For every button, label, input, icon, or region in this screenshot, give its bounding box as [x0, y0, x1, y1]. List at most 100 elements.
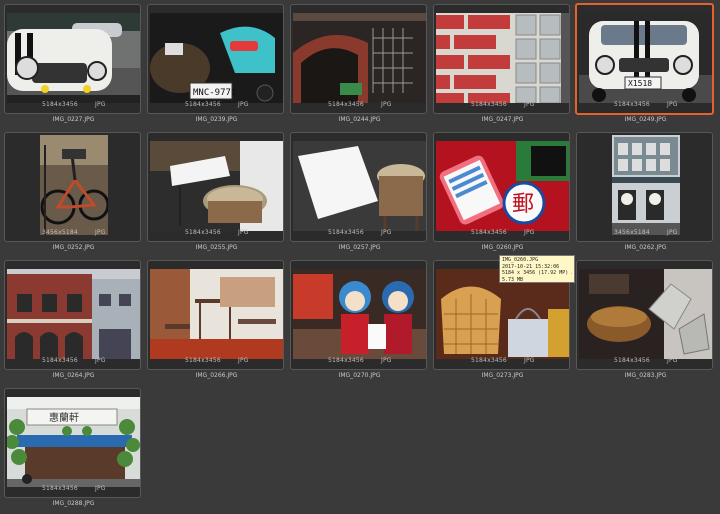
thumbnail-meta: 5184x3456 JPG — [5, 357, 140, 367]
filename-label: IMG_0239.JPG — [195, 116, 238, 123]
thumbnail-item[interactable]: 5184x3456 JPG IMG_0247.JPG — [431, 2, 574, 130]
filename-label: IMG_0264.JPG — [52, 372, 95, 379]
thumbnail-item-selected[interactable]: X1518 5184x3456 JPG IMG_0249.JPG — [574, 2, 717, 130]
thumbnail-card[interactable]: 5184x3456 JPG — [290, 260, 427, 370]
thumbnail-card[interactable]: 郵 5184x3456 JPG — [433, 132, 570, 242]
thumbnail-image[interactable] — [579, 269, 712, 359]
thumbnail-card[interactable]: 3456x5184 JPG — [4, 132, 141, 242]
file-type: JPG — [95, 357, 106, 364]
photo-cafe-interior — [150, 269, 283, 359]
thumbnail-card[interactable]: 5184x3456 JPG — [433, 4, 570, 114]
thumbnail-image[interactable] — [7, 13, 140, 103]
thumbnail-meta: 5184x3456 JPG — [148, 101, 283, 111]
file-info-tooltip: IMG_0260.JPG 2017-10-21 15:32:06 5184 x … — [499, 255, 575, 283]
file-type: JPG — [95, 101, 106, 108]
license-plate: X1518 — [628, 79, 652, 88]
thumbnail-item[interactable]: 郵 5184x3456 JPG IMG_0260.JPG — [431, 130, 574, 258]
shop-sign: 惠蘭軒 — [49, 411, 79, 424]
thumbnail-image[interactable] — [293, 269, 426, 359]
thumbnail-item[interactable]: 5184x3456 JPG IMG_0266.JPG — [145, 258, 288, 386]
file-type: JPG — [524, 229, 535, 236]
thumbnail-image[interactable] — [150, 141, 283, 231]
thumbnail-card[interactable]: 5184x3456 JPG — [4, 260, 141, 370]
thumbnail-item[interactable]: 3456x5184 JPG IMG_0252.JPG — [2, 130, 145, 258]
photo-wooden-bowls — [579, 269, 712, 359]
thumbnail-image[interactable]: 惠蘭軒 — [7, 397, 140, 487]
filename-label: IMG_0255.JPG — [195, 244, 238, 251]
thumbnail-image[interactable]: X1518 — [579, 13, 712, 103]
thumbnail-meta: 5184x3456 JPG — [577, 357, 712, 367]
photo-bicycle — [40, 135, 108, 235]
thumbnail-image[interactable]: MNC-9771 — [150, 13, 283, 103]
thumbnail-image[interactable] — [40, 135, 108, 235]
file-type: JPG — [667, 357, 678, 364]
thumbnail-image[interactable] — [293, 13, 426, 103]
thumbnail-item[interactable]: 3456x5184 JPG IMG_0262.JPG — [574, 130, 717, 258]
filename-label: IMG_0227.JPG — [52, 116, 95, 123]
thumbnail-item[interactable]: 5184x3456 JPG IMG_0255.JPG — [145, 130, 288, 258]
photo-chair-seat — [293, 141, 426, 231]
file-type: JPG — [238, 101, 249, 108]
image-dimensions: 5184x3456 — [42, 101, 78, 108]
photo-traditional-shopfront: 惠蘭軒 — [7, 397, 140, 487]
thumbnail-card[interactable]: 5184x3456 JPG — [290, 4, 427, 114]
thumbnail-item[interactable]: 5184x3456 JPG IMG_0270.JPG — [288, 258, 431, 386]
file-type: JPG — [381, 229, 392, 236]
filename-label: IMG_0270.JPG — [338, 372, 381, 379]
image-dimensions: 5184x3456 — [328, 229, 364, 236]
thumbnail-card[interactable]: 5184x3456 JPG — [290, 132, 427, 242]
filename-label: IMG_0257.JPG — [338, 244, 381, 251]
thumbnail-card[interactable]: 5184x3456 JPG — [147, 260, 284, 370]
file-type: JPG — [381, 101, 392, 108]
thumbnail-item[interactable]: 惠蘭軒 5184x3456 JPG IMG_0288.JPG — [2, 386, 145, 514]
thumbnail-meta: 5184x3456 JPG — [434, 101, 569, 111]
thumbnail-item[interactable]: 5184x3456 JPG IMG_0257.JPG — [288, 130, 431, 258]
thumbnail-image[interactable] — [7, 269, 140, 359]
thumbnail-image[interactable] — [150, 269, 283, 359]
image-dimensions: 5184x3456 — [471, 357, 507, 364]
tooltip-dimensions: 5184 x 3456 (17.92 MP) JPG — [502, 270, 572, 276]
thumbnail-meta: 5184x3456 JPG — [5, 485, 140, 495]
image-dimensions: 5184x3456 — [328, 101, 364, 108]
image-dimensions: 5184x3456 — [471, 229, 507, 236]
file-type: JPG — [667, 101, 678, 108]
thumbnail-image[interactable] — [436, 13, 569, 103]
filename-label: IMG_0266.JPG — [195, 372, 238, 379]
image-dimensions: 5184x3456 — [614, 101, 650, 108]
filename-label: IMG_0260.JPG — [481, 244, 524, 251]
file-type: JPG — [238, 357, 249, 364]
thumbnail-card[interactable]: 5184x3456 JPG — [147, 132, 284, 242]
image-dimensions: 3456x5184 — [42, 229, 78, 236]
photo-phone-sign: 郵 — [436, 141, 569, 231]
thumbnail-card[interactable]: 惠蘭軒 5184x3456 JPG — [4, 388, 141, 498]
photo-scooters: MNC-9771 — [150, 13, 283, 103]
thumbnail-meta: 5184x3456 JPG — [434, 357, 569, 367]
thumbnail-meta: 5184x3456 JPG — [148, 229, 283, 239]
thumbnail-card[interactable]: X1518 5184x3456 JPG — [575, 3, 714, 115]
thumbnail-card[interactable]: 5184x3456 JPG — [4, 4, 141, 114]
thumbnail-item[interactable]: MNC-9771 5184x3456 JPG IMG_0239.JPG — [145, 2, 288, 130]
tooltip-filesize: 5.73 MB — [502, 276, 524, 283]
thumbnail-meta: 3456x5184 JPG — [577, 229, 712, 239]
thumbnail-image[interactable] — [612, 135, 680, 235]
file-type: JPG — [524, 101, 535, 108]
thumbnail-card[interactable]: MNC-9771 5184x3456 JPG — [147, 4, 284, 114]
thumbnail-image[interactable] — [293, 141, 426, 231]
thumbnail-item[interactable]: 5184x3456 JPG IMG_0244.JPG — [288, 2, 431, 130]
image-dimensions: 5184x3456 — [42, 357, 78, 364]
photo-mini-car-front: X1518 — [579, 13, 712, 103]
thumbnail-item[interactable]: 5184x3456 JPG IMG_0264.JPG — [2, 258, 145, 386]
thumbnail-image[interactable]: 郵 — [436, 141, 569, 231]
filename-label: IMG_0247.JPG — [481, 116, 524, 123]
filename-label: IMG_0288.JPG — [52, 500, 95, 507]
image-dimensions: 3456x5184 — [614, 229, 650, 236]
thumbnail-card[interactable]: 5184x3456 JPG — [576, 260, 713, 370]
license-plate: MNC-9771 — [193, 88, 236, 98]
file-type: JPG — [667, 229, 678, 236]
photo-chair-stool — [150, 141, 283, 231]
thumbnail-card[interactable]: 3456x5184 JPG — [576, 132, 713, 242]
photo-brick-building — [7, 269, 140, 359]
thumbnail-item[interactable]: 5184x3456 JPG IMG_0283.JPG — [574, 258, 717, 386]
filename-label: IMG_0283.JPG — [624, 372, 667, 379]
thumbnail-item[interactable]: 5184x3456 JPG IMG_0227.JPG — [2, 2, 145, 130]
